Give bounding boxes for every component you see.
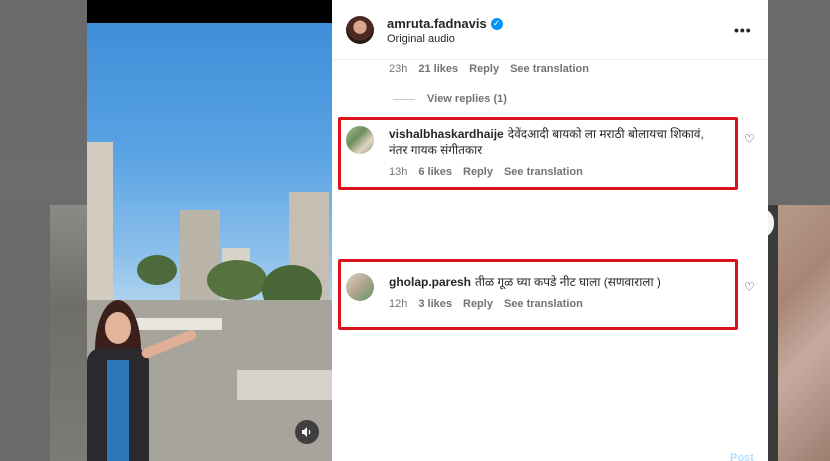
see-translation-button[interactable]: See translation — [510, 63, 589, 75]
post-header: amruta.fadnavis ✓ Original audio ••• — [332, 0, 768, 60]
view-replies-button[interactable]: View replies (1) — [393, 93, 507, 105]
reel-video[interactable] — [87, 0, 332, 461]
highlight-box — [338, 117, 738, 190]
heart-icon[interactable]: ♡ — [744, 132, 755, 146]
background-post-left-top — [0, 155, 86, 205]
audio-label[interactable]: Original audio — [387, 33, 455, 45]
speaker-icon[interactable] — [295, 420, 319, 444]
comments-panel: amruta.fadnavis ✓ Original audio ••• 23h… — [332, 0, 768, 461]
heart-icon[interactable]: ♡ — [744, 280, 755, 294]
wall — [237, 370, 332, 400]
balcony-railing — [127, 318, 222, 330]
background-post-left — [50, 205, 88, 461]
previous-comment-meta: 23h 21 likes Reply See translation — [389, 63, 589, 75]
owner-username-text[interactable]: amruta.fadnavis — [387, 16, 487, 31]
background-post-right-edge — [768, 205, 778, 461]
view-replies-label[interactable]: View replies (1) — [427, 93, 507, 105]
comment-time: 23h — [389, 63, 408, 75]
tree — [137, 255, 177, 285]
reply-button[interactable]: Reply — [469, 63, 499, 75]
replies-divider-line — [393, 98, 415, 100]
post-button[interactable]: Post — [730, 452, 754, 461]
comment-likes[interactable]: 21 likes — [418, 63, 458, 75]
verified-badge-icon: ✓ — [490, 17, 503, 30]
owner-avatar[interactable] — [346, 16, 374, 44]
person-top — [107, 360, 129, 461]
building — [87, 142, 113, 312]
video-top-bar — [87, 0, 332, 23]
highlight-box — [338, 259, 738, 330]
more-options-icon[interactable]: ••• — [734, 22, 752, 38]
owner-username[interactable]: amruta.fadnavis ✓ — [387, 16, 503, 31]
person-face — [105, 312, 131, 344]
tree — [207, 260, 267, 300]
